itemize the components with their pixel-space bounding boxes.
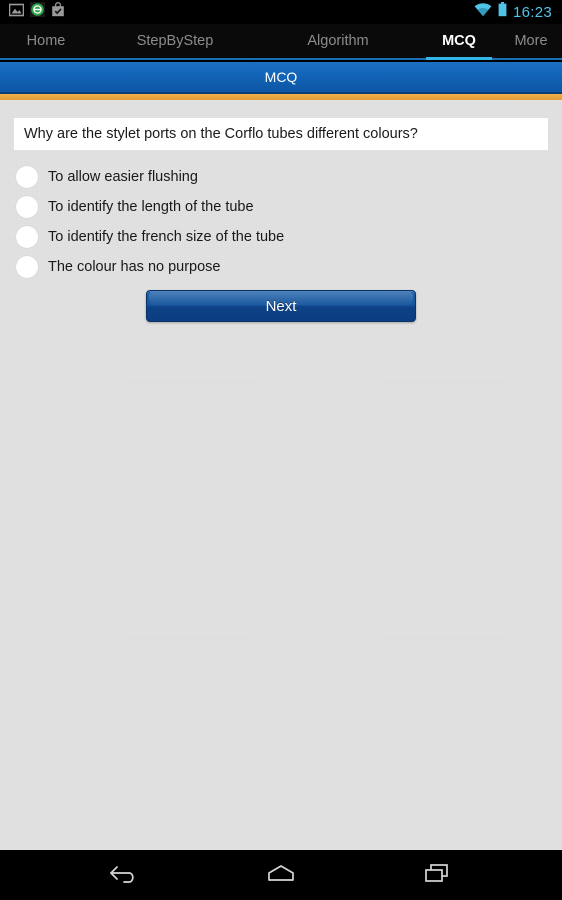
status-bar-clock: 16:23 bbox=[512, 3, 552, 21]
play-store-bag-check-icon bbox=[51, 2, 65, 22]
radio-button-3[interactable] bbox=[16, 226, 38, 248]
home-button[interactable] bbox=[253, 855, 309, 895]
android-navigation-bar bbox=[0, 850, 562, 900]
page-title: MCQ bbox=[264, 69, 298, 85]
home-icon bbox=[264, 861, 298, 890]
radio-button-4[interactable] bbox=[16, 256, 38, 278]
option-label-4: The colour has no purpose bbox=[48, 259, 221, 275]
wifi-icon bbox=[474, 2, 492, 22]
next-button[interactable]: Next bbox=[146, 290, 416, 322]
option-row-3[interactable]: To identify the french size of the tube bbox=[0, 222, 562, 252]
back-button[interactable] bbox=[97, 855, 153, 895]
status-bar: 16:23 bbox=[0, 0, 562, 24]
option-label-3: To identify the french size of the tube bbox=[48, 229, 285, 245]
next-button-label: Next bbox=[265, 297, 297, 315]
page-title-bar: MCQ bbox=[0, 62, 562, 92]
tab-algorithm-label: Algorithm bbox=[307, 33, 369, 49]
question-text: Why are the stylet ports on the Corflo t… bbox=[24, 126, 418, 142]
recent-apps-icon bbox=[422, 861, 452, 890]
option-label-2: To identify the length of the tube bbox=[48, 199, 254, 215]
radio-button-1[interactable] bbox=[16, 166, 38, 188]
option-row-4[interactable]: The colour has no purpose bbox=[0, 252, 562, 282]
gallery-icon bbox=[8, 3, 25, 22]
tab-stepbystep[interactable]: StepByStep bbox=[92, 24, 258, 58]
tab-mcq-label: MCQ bbox=[442, 33, 476, 49]
battery-icon bbox=[498, 2, 507, 22]
tab-home-label: Home bbox=[26, 33, 66, 49]
options-list: To allow easier flushing To identify the… bbox=[0, 162, 562, 282]
device-screen: 16:23 Home StepByStep Algorithm MCQ More… bbox=[0, 0, 562, 900]
status-bar-system-icons: 16:23 bbox=[474, 2, 562, 22]
tab-stepbystep-label: StepByStep bbox=[136, 33, 214, 49]
tab-home[interactable]: Home bbox=[0, 24, 92, 58]
tab-more[interactable]: More bbox=[500, 24, 562, 58]
tab-algorithm[interactable]: Algorithm bbox=[258, 24, 418, 58]
back-arrow-icon bbox=[108, 861, 142, 890]
option-label-1: To allow easier flushing bbox=[48, 169, 198, 185]
green-circle-sync-icon bbox=[30, 2, 45, 22]
question-box: Why are the stylet ports on the Corflo t… bbox=[14, 118, 548, 150]
radio-button-2[interactable] bbox=[16, 196, 38, 218]
recent-apps-button[interactable] bbox=[409, 855, 465, 895]
tab-bar: Home StepByStep Algorithm MCQ More bbox=[0, 24, 562, 60]
tab-more-label: More bbox=[514, 33, 548, 49]
option-row-1[interactable]: To allow easier flushing bbox=[0, 162, 562, 192]
tab-mcq[interactable]: MCQ bbox=[418, 24, 500, 60]
status-bar-notification-icons bbox=[0, 2, 65, 22]
quiz-content: Why are the stylet ports on the Corflo t… bbox=[0, 100, 562, 850]
option-row-2[interactable]: To identify the length of the tube bbox=[0, 192, 562, 222]
